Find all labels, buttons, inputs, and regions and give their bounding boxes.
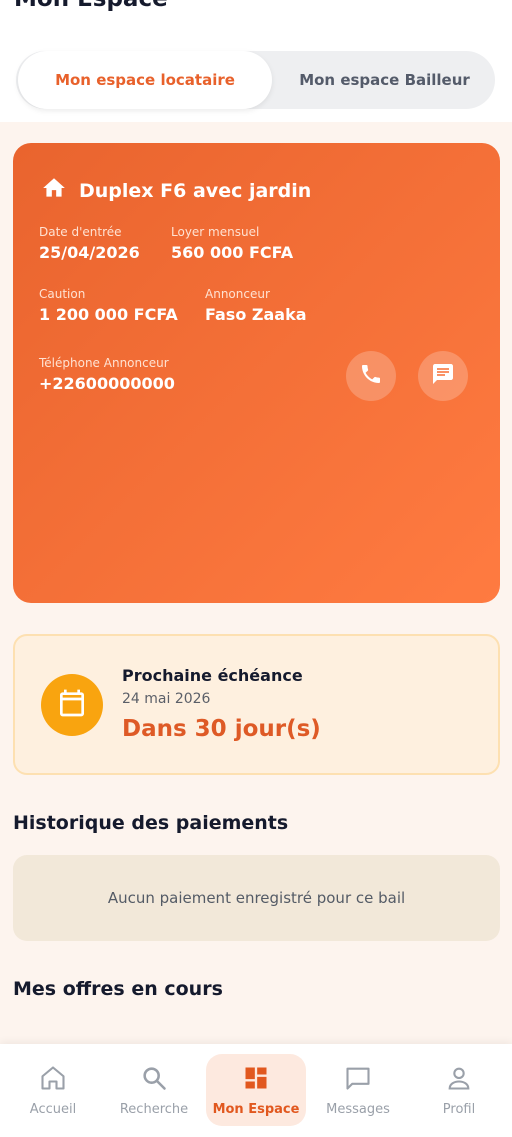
entry-date-field: Date d'entrée 25/04/2026 bbox=[39, 225, 140, 262]
monthly-rent-value: 560 000 FCFA bbox=[171, 243, 294, 262]
search-icon bbox=[140, 1064, 168, 1096]
next-due-countdown: Dans 30 jour(s) bbox=[122, 716, 321, 742]
advertiser-label: Annonceur bbox=[205, 287, 270, 301]
next-due-title: Prochaine échéance bbox=[122, 666, 303, 685]
nav-label-home: Accueil bbox=[29, 1101, 77, 1117]
next-due-date: 24 mai 2026 bbox=[122, 691, 211, 707]
phone-value: +22600000000 bbox=[39, 374, 175, 393]
nav-label-my-space: Mon Espace bbox=[212, 1101, 300, 1117]
advertiser-field: Annonceur Faso Zaaka bbox=[205, 287, 307, 324]
entry-date-value: 25/04/2026 bbox=[39, 243, 140, 262]
calendar-icon bbox=[56, 687, 88, 723]
tab-landlord-space[interactable]: Mon espace Bailleur bbox=[274, 51, 495, 109]
payments-empty-state: Aucun paiement enregistré pour ce bail bbox=[13, 855, 500, 941]
message-button[interactable] bbox=[418, 351, 468, 401]
nav-label-search: Recherche bbox=[119, 1101, 189, 1117]
tab-tenant-space[interactable]: Mon espace locataire bbox=[18, 51, 272, 109]
nav-item-my-space[interactable]: Mon Espace bbox=[206, 1054, 306, 1126]
property-card[interactable]: Duplex F6 avec jardin Date d'entrée 25/0… bbox=[13, 143, 500, 603]
monthly-rent-label: Loyer mensuel bbox=[171, 225, 260, 239]
entry-date-label: Date d'entrée bbox=[39, 225, 122, 239]
nav-label-profile: Profil bbox=[442, 1101, 476, 1117]
advertiser-value: Faso Zaaka bbox=[205, 305, 307, 324]
nav-item-profile[interactable]: Profil bbox=[409, 1054, 509, 1126]
nav-item-home[interactable]: Accueil bbox=[3, 1054, 103, 1126]
user-icon bbox=[445, 1064, 473, 1096]
property-title-row: Duplex F6 avec jardin bbox=[41, 175, 311, 206]
nav-label-messages: Messages bbox=[326, 1101, 390, 1117]
deposit-value: 1 200 000 FCFA bbox=[39, 305, 178, 324]
page-title: Mon Espace bbox=[14, 0, 168, 12]
bottom-navigation: Accueil Recherche Mon Espace Messages Pr… bbox=[0, 1044, 512, 1137]
deposit-field: Caution 1 200 000 FCFA bbox=[39, 287, 178, 324]
nav-item-messages[interactable]: Messages bbox=[308, 1054, 408, 1126]
offers-heading: Mes offres en cours bbox=[13, 978, 223, 1000]
message-square-icon bbox=[344, 1064, 372, 1096]
property-title: Duplex F6 avec jardin bbox=[79, 179, 312, 202]
monthly-rent-field: Loyer mensuel 560 000 FCFA bbox=[171, 225, 293, 262]
home-icon bbox=[41, 175, 67, 206]
calendar-icon-circle bbox=[41, 674, 103, 736]
phone-field: Téléphone Annonceur +22600000000 bbox=[39, 356, 175, 393]
chat-icon bbox=[431, 362, 455, 390]
call-button[interactable] bbox=[346, 351, 396, 401]
space-switcher: Mon espace locataire Mon espace Bailleur bbox=[16, 51, 495, 109]
home-outline-icon bbox=[39, 1064, 67, 1096]
phone-icon bbox=[359, 362, 383, 390]
phone-label: Téléphone Annonceur bbox=[39, 356, 169, 370]
deposit-label: Caution bbox=[39, 287, 86, 301]
payments-heading: Historique des paiements bbox=[13, 812, 289, 834]
next-due-card: Prochaine échéance 24 mai 2026 Dans 30 j… bbox=[13, 634, 500, 775]
nav-item-search[interactable]: Recherche bbox=[104, 1054, 204, 1126]
dashboard-icon bbox=[242, 1064, 270, 1096]
